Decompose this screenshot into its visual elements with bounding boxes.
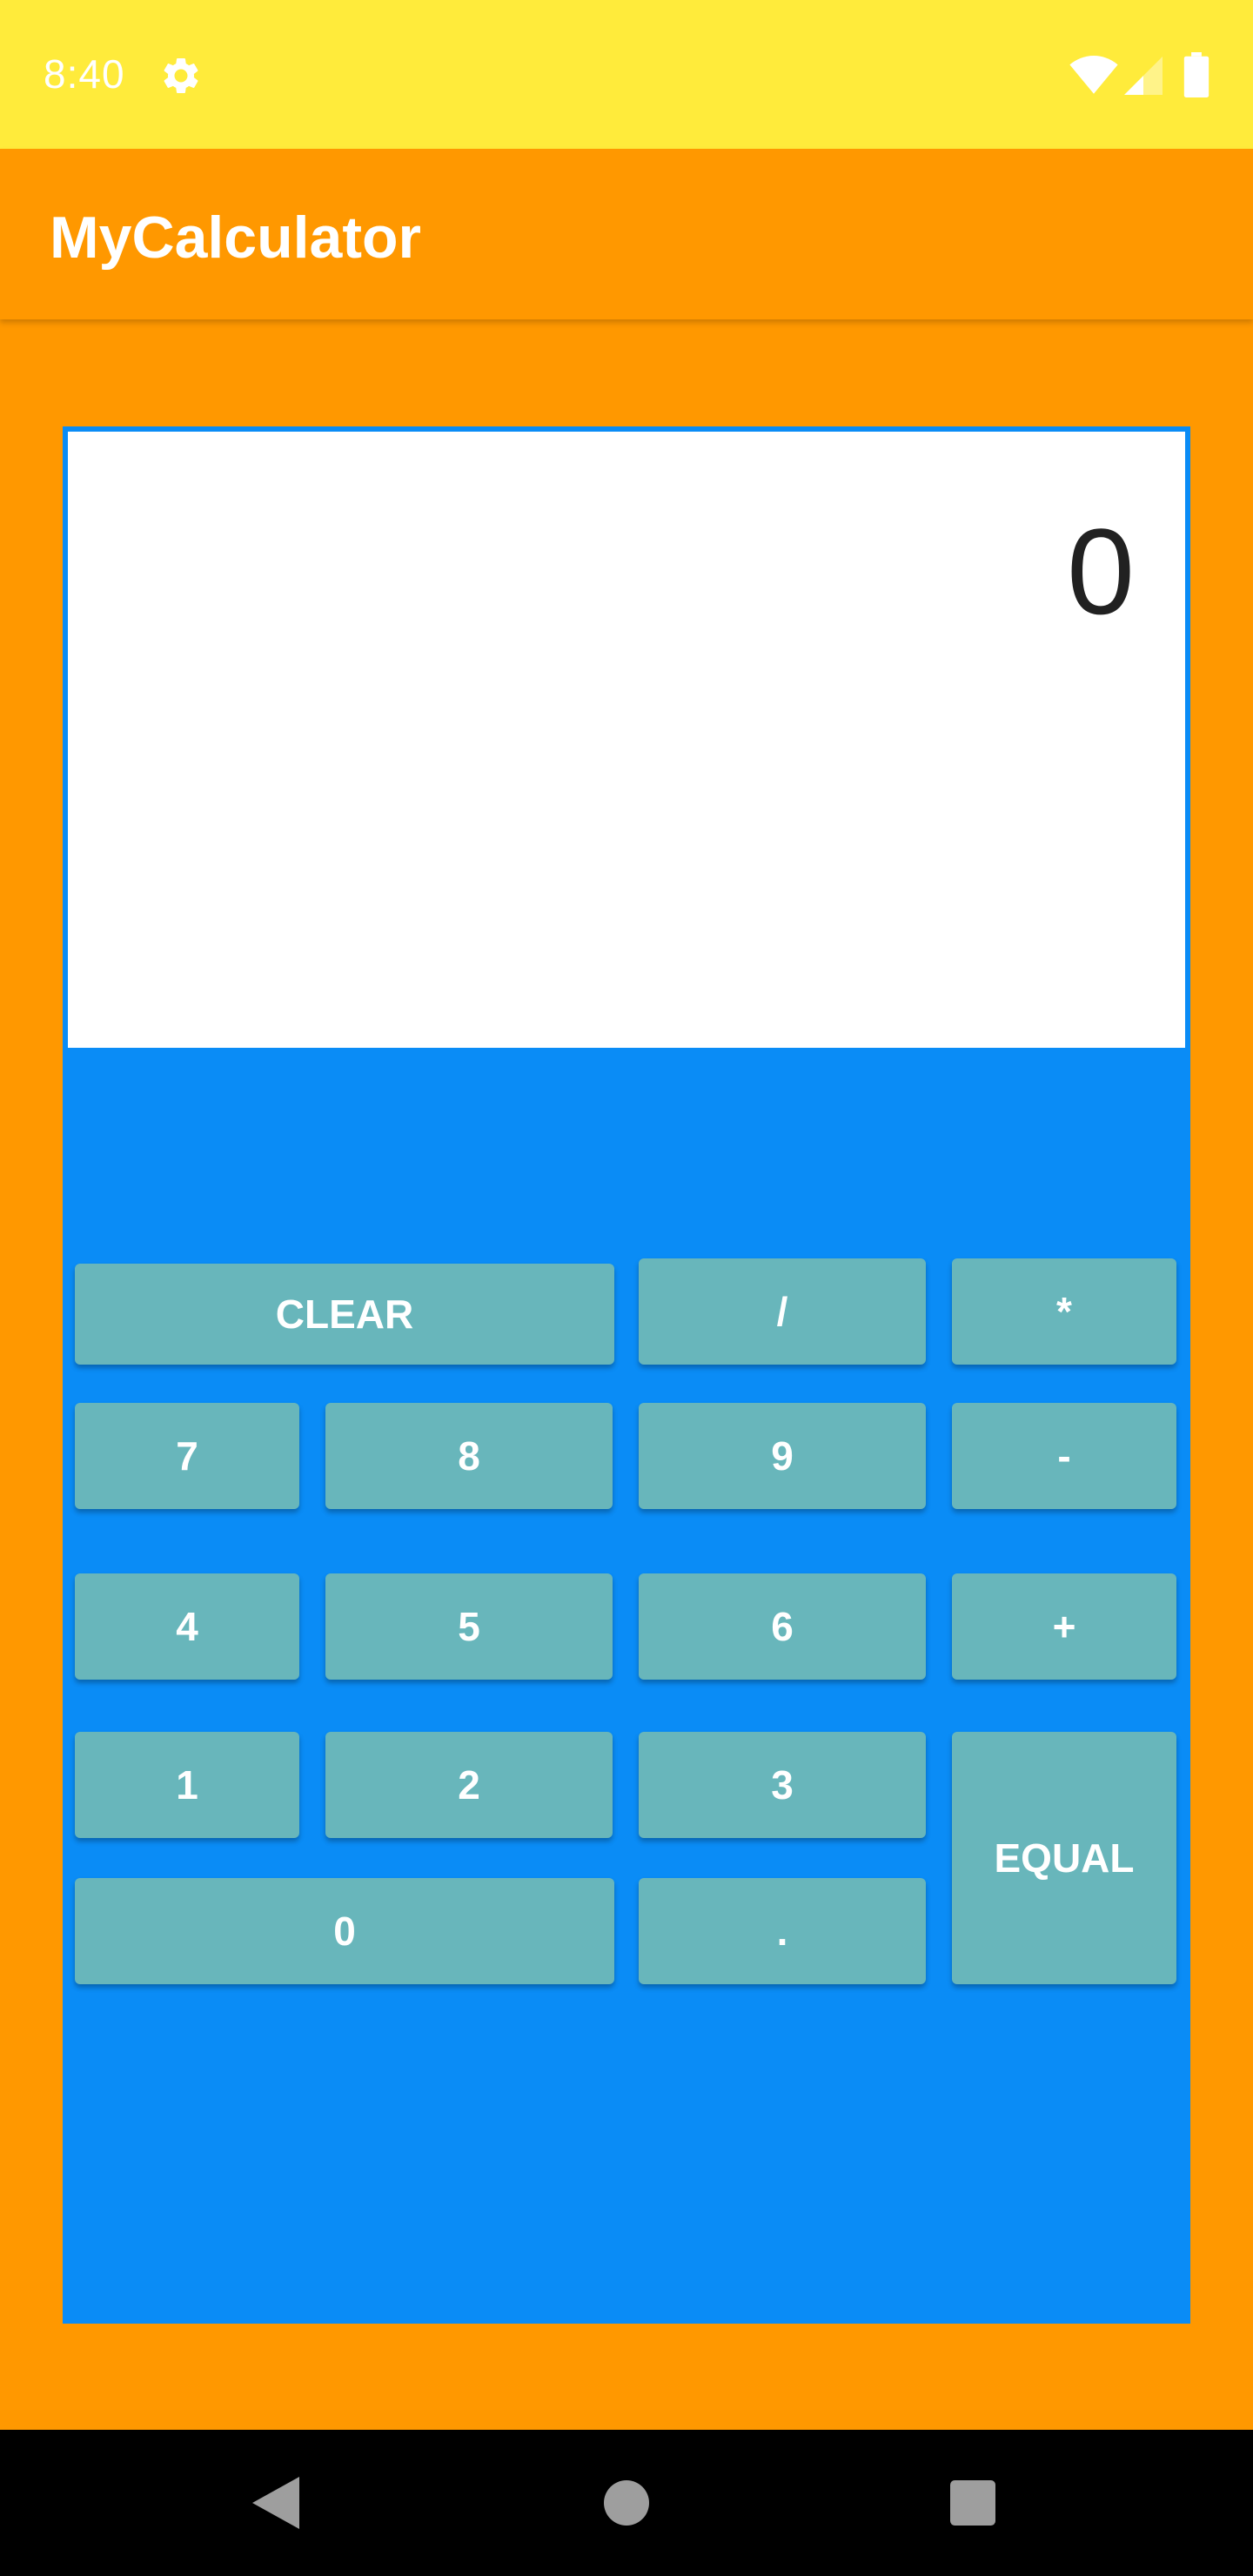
eight-button[interactable]: 8 (325, 1403, 613, 1509)
app-bar: MyCalculator (0, 149, 1253, 319)
five-button[interactable]: 5 (325, 1573, 613, 1680)
multiply-button[interactable]: * (952, 1258, 1176, 1365)
result-display: 0 (68, 432, 1185, 1048)
zero-button[interactable]: 0 (75, 1878, 614, 1984)
wifi-icon (1069, 56, 1118, 94)
clear-button[interactable]: CLEAR (75, 1264, 614, 1365)
divide-button[interactable]: / (639, 1258, 926, 1365)
minus-button[interactable]: - (952, 1403, 1176, 1509)
nine-button[interactable]: 9 (639, 1403, 926, 1509)
seven-button[interactable]: 7 (75, 1403, 299, 1509)
display-value: 0 (1067, 503, 1135, 640)
calculator-panel: 0 CLEAR / * 7 8 9 - 4 5 6 + 1 2 3 EQUAL … (63, 426, 1190, 2324)
one-button[interactable]: 1 (75, 1732, 299, 1838)
plus-button[interactable]: + (952, 1573, 1176, 1680)
battery-icon (1183, 52, 1209, 97)
back-icon[interactable] (252, 2477, 299, 2529)
gear-icon (164, 57, 198, 93)
signal-icon (1124, 57, 1163, 95)
status-time: 8:40 (44, 51, 125, 97)
four-button[interactable]: 4 (75, 1573, 299, 1680)
two-button[interactable]: 2 (325, 1732, 613, 1838)
three-button[interactable]: 3 (639, 1732, 926, 1838)
six-button[interactable]: 6 (639, 1573, 926, 1680)
equal-button[interactable]: EQUAL (952, 1732, 1176, 1984)
decimal-point-button[interactable]: . (639, 1878, 926, 1984)
app-title: MyCalculator (50, 205, 421, 271)
recents-icon[interactable] (950, 2480, 995, 2526)
status-bar: 8:40 (0, 0, 1253, 149)
home-icon[interactable] (604, 2480, 649, 2526)
